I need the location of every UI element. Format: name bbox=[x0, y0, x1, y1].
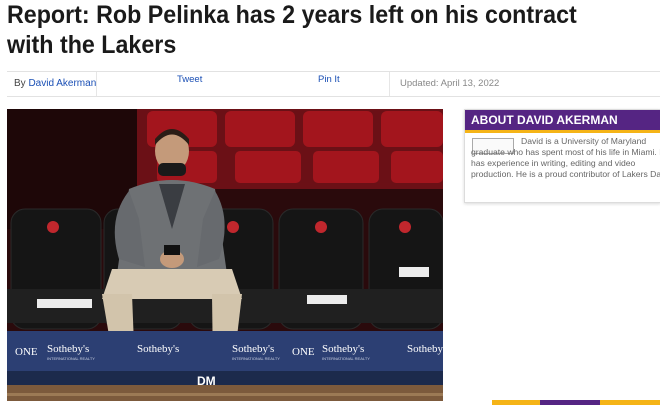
author-link[interactable]: David Akerman bbox=[28, 78, 96, 89]
divider bbox=[96, 72, 97, 96]
ad-board-subtext: INTERNATIONAL REALTY bbox=[47, 356, 95, 361]
ad-board-text: Sotheby's bbox=[322, 343, 364, 355]
ad-board-text: ONE bbox=[15, 346, 38, 358]
ad-board-subtext: INTERNATIONAL REALTY bbox=[322, 356, 370, 361]
widget-heading: ABOUT DAVID AKERMAN bbox=[465, 110, 660, 133]
ad-board-text: Sotheby bbox=[407, 343, 443, 355]
ad-board-text: Sotheby's bbox=[137, 343, 179, 355]
pin-it-button[interactable]: Pin It bbox=[318, 74, 340, 85]
ad-board-subtext: INTERNATIONAL REALTY bbox=[232, 356, 280, 361]
article-meta-bar: By David Akerman Tweet Pin It Updated: A… bbox=[7, 71, 660, 97]
tweet-button[interactable]: Tweet bbox=[177, 74, 202, 85]
ad-board-text: Sotheby's bbox=[232, 343, 274, 355]
ad-board-text: Sotheby's bbox=[47, 343, 89, 355]
ad-board-text: ONE bbox=[292, 346, 315, 358]
about-author-widget: ABOUT DAVID AKERMAN David is a Universit… bbox=[464, 109, 660, 203]
byline-prefix: By bbox=[14, 78, 26, 89]
article-title: Report: Rob Pelinka has 2 years left on … bbox=[7, 1, 577, 59]
court-text: DM bbox=[197, 374, 216, 388]
byline: By David Akerman bbox=[14, 78, 96, 89]
author-bio: David is a University of Maryland gradua… bbox=[471, 136, 660, 180]
updated-date: Updated: April 13, 2022 bbox=[400, 78, 500, 89]
divider bbox=[389, 72, 390, 96]
footer-strip-accent bbox=[540, 400, 600, 405]
featured-image: ONE Sotheby's Sotheby's Sotheby's ONE So… bbox=[7, 109, 443, 401]
